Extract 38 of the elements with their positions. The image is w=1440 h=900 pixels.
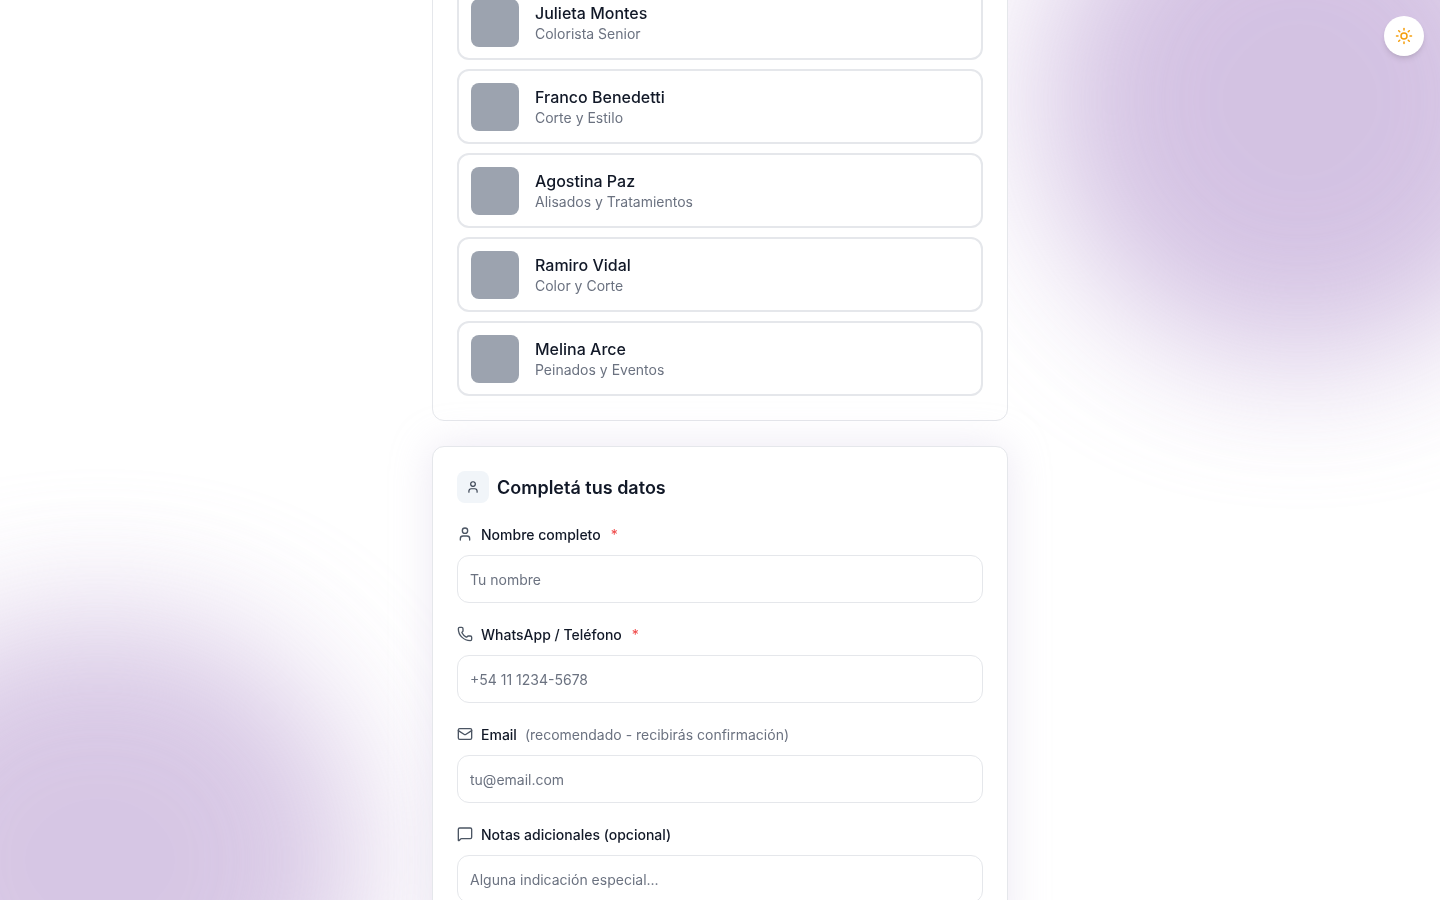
speech-bubble-icon <box>457 826 473 842</box>
stylist-name: Melina Arce <box>535 337 627 360</box>
stylist-specialty: Corte y Estilo <box>535 107 625 128</box>
field-label: WhatsApp / Teléfono <box>481 624 622 645</box>
photo-placeholder <box>471 166 519 215</box>
sun-icon <box>1395 27 1413 45</box>
stylist-card[interactable]: Julieta Montes Colorista Senior <box>457 0 983 60</box>
field-label: Notas adicionales (opcional) <box>481 824 672 845</box>
input-field[interactable]: tu@email.com <box>457 755 983 803</box>
photo-placeholder <box>471 82 519 131</box>
stylist-specialty: Alisados y Tratamientos <box>535 191 693 212</box>
stylist-name: Ramiro Vidal <box>535 253 631 276</box>
stylist-name: Franco Benedetti <box>535 85 665 108</box>
person-icon <box>457 471 489 503</box>
phone-icon <box>457 626 473 642</box>
stylist-card[interactable]: Melina Arce Peinados y Eventos <box>457 321 983 396</box>
field-hint: (recomendado - recibirás confirmación) <box>524 724 790 745</box>
stylist-name: Julieta Montes <box>535 1 648 24</box>
input-field[interactable]: Alguna indicación especial... <box>457 855 983 900</box>
input-field[interactable]: Tu nombre <box>457 555 983 603</box>
stylist-card[interactable]: Franco Benedetti Corte y Estilo <box>457 69 983 144</box>
photo-placeholder <box>471 250 519 299</box>
form-title: Completá tus datos <box>497 475 666 500</box>
field-label: Nombre completo <box>481 524 601 545</box>
input-field[interactable]: +54 11 1234-5678 <box>457 655 983 703</box>
required-mark: * <box>631 624 639 645</box>
stylist-card[interactable]: Agostina Paz Alisados y Tratamientos <box>457 153 983 228</box>
stylist-specialty: Peinados y Eventos <box>535 359 665 380</box>
stylist-card[interactable]: Ramiro Vidal Color y Corte <box>457 237 983 312</box>
person-icon <box>457 526 473 542</box>
stylist-specialty: Colorista Senior <box>535 23 642 44</box>
field-label: Email <box>481 724 517 745</box>
required-mark: * <box>610 524 618 545</box>
photo-placeholder <box>471 0 519 47</box>
envelope-icon <box>457 726 473 742</box>
stylist-specialty: Color y Corte <box>535 275 625 296</box>
photo-placeholder <box>471 334 519 383</box>
stylist-name: Agostina Paz <box>535 169 637 192</box>
